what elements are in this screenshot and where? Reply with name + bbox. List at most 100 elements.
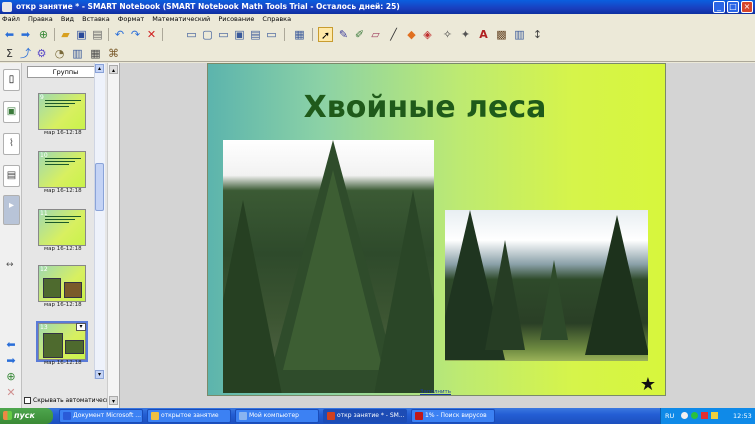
properties-icon[interactable]: ▩ [494,27,509,42]
protractor-icon[interactable]: ◔ [52,46,67,61]
tray-app-icon[interactable] [681,412,688,419]
taskbar-item-my-computer[interactable]: Мой компьютер [235,409,319,423]
back-icon[interactable]: ⬅ [2,27,17,42]
menu-math[interactable]: Математический [152,15,210,23]
language-indicator[interactable]: RU [665,408,674,424]
page-thumbnail[interactable]: 11 [38,209,86,246]
taskbar-item-folder[interactable]: открытое занятие [147,409,231,423]
menu-edit[interactable]: Правка [28,15,53,23]
speaker-icon[interactable] [711,412,718,419]
taskbar-item-label: Мой компьютер [249,412,299,419]
toolbar-move-icon[interactable]: ↕ [530,27,545,42]
screen-capture-icon[interactable]: ▣ [232,27,247,42]
taskbar-item-antivirus[interactable]: 1% - Поиск вирусов [411,409,495,423]
sorter-scrollbar[interactable] [94,63,105,379]
expand-panel-icon[interactable]: ▸ [3,195,20,225]
system-tray: RU 12:53 [660,408,755,424]
sigma-icon[interactable]: Σ [2,46,17,61]
autohide-checkbox[interactable] [24,397,31,404]
computer-icon [239,412,247,420]
page-sorter-tab-icon[interactable]: ▯ [3,69,20,91]
next-page-icon[interactable]: ➡ [4,354,18,368]
windows-flag-icon [3,411,12,420]
antivirus-tray-icon[interactable] [701,412,708,419]
creative-pen-icon[interactable]: ✐ [352,27,367,42]
page-number: 12 [40,266,48,273]
full-screen-icon[interactable]: ▢ [200,27,215,42]
thumbnail-menu-icon[interactable]: ▾ [76,323,86,331]
save-icon[interactable]: ▣ [74,27,89,42]
paste-icon[interactable]: ▤ [90,27,105,42]
window-title-bar[interactable]: откр занятие * - SMART Notebook (SMART N… [0,0,755,14]
pen-icon[interactable]: ✎ [336,27,351,42]
add-page-icon[interactable]: ⊕ [36,27,51,42]
magic-pen-alt-icon[interactable]: ✦ [458,27,473,42]
menu-file[interactable]: Файл [2,15,20,23]
sorter-scroll-thumb[interactable] [95,163,104,211]
taskbar-item-notebook[interactable]: откр занятие * - SM... [323,409,407,423]
page-number: 13 [40,324,48,331]
menu-view[interactable]: Вид [61,15,74,23]
star-icon[interactable]: ★ [638,375,658,395]
eraser-icon[interactable]: ▱ [368,27,383,42]
scroll-down-icon[interactable]: ▾ [95,370,104,379]
taskbar-item-word[interactable]: Документ Microsoft ... [59,409,143,423]
minimize-button[interactable]: _ [713,1,725,13]
panel-divider[interactable]: ▴ ▾ [107,63,120,408]
page-thumbnail-selected[interactable]: 13 ▾ [36,321,88,362]
graph-icon[interactable]: ▦ [88,46,103,61]
attachments-tab-icon[interactable]: ⌇ [3,133,20,155]
line-icon[interactable]: ╱ [386,27,401,42]
previous-page-icon[interactable]: ⬅ [4,338,18,352]
delete-page-icon[interactable]: ✕ [4,386,18,400]
menu-draw[interactable]: Рисование [218,15,254,23]
screen-shade-icon[interactable]: ▭ [184,27,199,42]
redo-icon[interactable]: ↷ [128,27,143,42]
forward-icon[interactable]: ➡ [18,27,33,42]
fill-icon[interactable]: ◈ [420,27,435,42]
menu-format[interactable]: Формат [118,15,144,23]
collapse-up-icon[interactable]: ▴ [109,65,118,74]
shapes-icon[interactable]: ◆ [404,27,419,42]
delete-icon[interactable]: ✕ [144,27,159,42]
open-folder-icon[interactable]: ▰ [58,27,73,42]
page-thumbnail[interactable]: 12 [38,265,86,302]
math-toolbar: Σ ⤴ ⚙ ◔ ▥ ▦ ⌘ [0,44,755,62]
scroll-up-icon[interactable]: ▴ [95,64,104,73]
ruler-icon[interactable]: ▥ [70,46,85,61]
notebook-icon [327,412,335,420]
document-camera-icon[interactable]: ▤ [248,27,263,42]
table-icon[interactable]: ▦ [292,27,307,42]
clock[interactable]: 12:53 [733,408,752,424]
window-title: откр занятие * - SMART Notebook (SMART N… [16,2,400,11]
maximize-button[interactable]: □ [727,1,739,13]
text-icon[interactable]: A [476,27,491,42]
dual-page-icon[interactable]: ▭ [216,27,231,42]
toolbar-options-icon[interactable]: ▥ [512,27,527,42]
page-thumbnail[interactable]: 10 [38,151,86,188]
collapse-down-icon[interactable]: ▾ [109,396,118,405]
select-arrow-icon[interactable]: ➚ [318,27,333,42]
network-icon[interactable] [691,412,698,419]
slide-title[interactable]: Хвойные леса [260,86,590,130]
fill-link[interactable]: Заполнить [420,389,480,395]
groups-button[interactable]: Группы [27,66,104,78]
pine-tree-photo[interactable] [223,140,434,393]
page-thumbnail[interactable]: 9 [38,93,86,130]
resize-arrows-icon[interactable]: ↔ [6,260,14,270]
display-icon[interactable]: ▭ [264,27,279,42]
taskbar-item-label: 1% - Поиск вирусов [425,412,487,419]
autohide-option[interactable]: Скрывать автоматическ [24,396,112,406]
compass-icon[interactable]: ⚙ [34,46,49,61]
curve-icon[interactable]: ⤴ [18,46,33,61]
measure-icon[interactable]: ⌘ [106,46,121,61]
magic-pen-icon[interactable]: ✧ [440,27,455,42]
gallery-tab-icon[interactable]: ▣ [3,101,20,123]
menu-help[interactable]: Справка [262,15,291,23]
close-button[interactable]: × [741,1,753,13]
properties-tab-icon[interactable]: ▤ [3,165,20,187]
add-page-sorter-icon[interactable]: ⊕ [4,370,18,384]
undo-icon[interactable]: ↶ [112,27,127,42]
menu-insert[interactable]: Вставка [82,15,110,23]
spruce-forest-photo[interactable] [445,210,648,361]
